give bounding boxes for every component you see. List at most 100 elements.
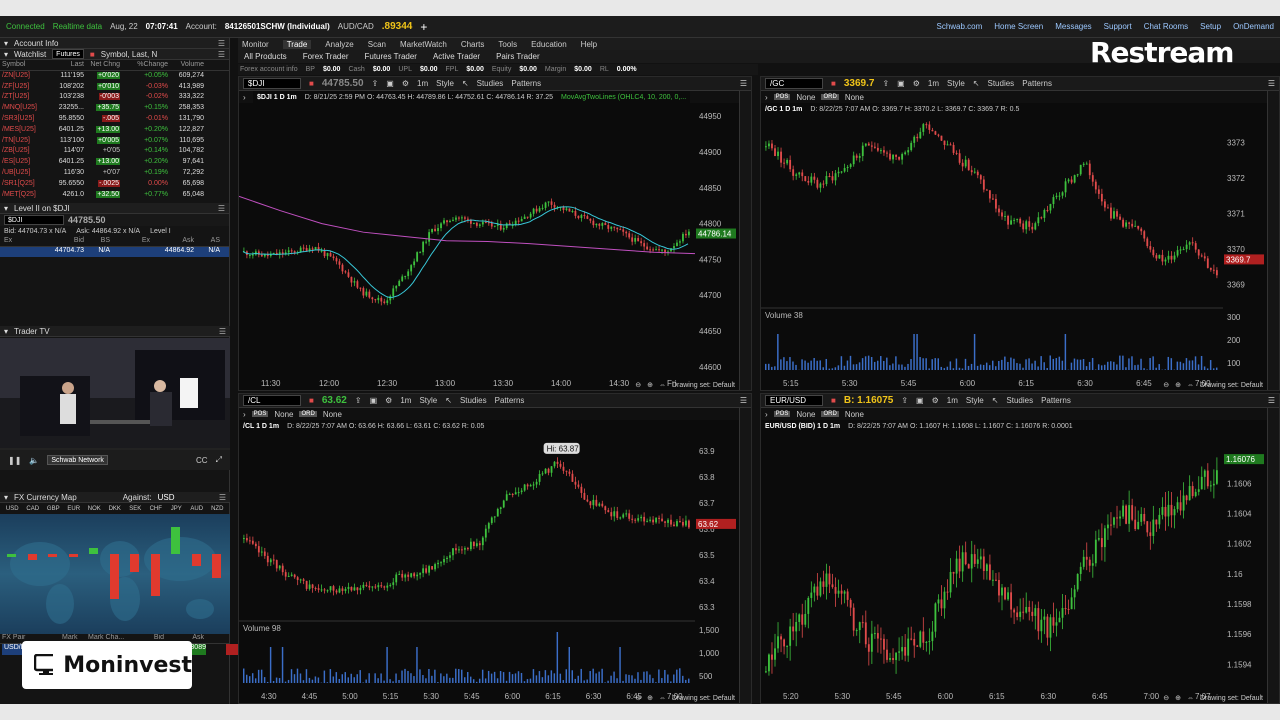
collapse-icon[interactable]: ▾ [4,204,8,213]
fx-currency-nok[interactable]: NOK [84,506,105,512]
ord-none[interactable]: None [845,410,864,419]
link-color-icon[interactable]: ■ [831,79,836,88]
fx-currency-aud[interactable]: AUD [187,506,208,512]
collapse-icon[interactable]: ▾ [4,493,8,502]
pos-none[interactable]: None [274,410,293,419]
col-last[interactable]: Last [54,60,84,70]
zoom-in-icon[interactable]: ⊕ [1175,381,1181,389]
link-support[interactable]: Support [1104,22,1132,31]
drawing-set-label[interactable]: Drawing set: Default [1200,695,1263,702]
expand-icon[interactable]: › [765,93,768,102]
chart-canvas[interactable]: 63.963.863.763.663.563.463.34:30 4:45 5:00… [239,434,739,703]
fx-against-select[interactable]: USD [158,493,175,502]
fx-currency-gbp[interactable]: GBP [43,506,64,512]
menu-analyze[interactable]: Analyze [325,40,353,49]
chart-canvas[interactable]: 3373 3372 3371 3370 3369 5:15 5:30 5:45 6:00 6:15… [761,117,1267,390]
watchlist-row[interactable]: /UB[U25] 116'30 +0'07 +0.19% 72,292 [0,168,229,179]
link-color-icon[interactable]: ■ [309,79,314,88]
menu-icon[interactable]: ☰ [1268,396,1275,405]
pan-icon[interactable]: ⇔ [659,695,666,702]
drawing-set-label[interactable]: Drawing set: Default [1200,382,1263,389]
symbol-input[interactable]: EUR/USD [765,395,823,406]
expand-icon[interactable]: › [243,410,246,419]
fx-currency-dkk[interactable]: DKK [105,506,126,512]
share-icon[interactable]: ⇪ [882,79,889,88]
watchlist-row[interactable]: /ZF[U25] 108'202 +0'010 -0.03% 413,989 [0,82,229,93]
drawing-toolbar[interactable] [1267,91,1279,390]
style-button[interactable]: Style [947,79,965,88]
collapse-icon[interactable]: ▾ [4,50,8,59]
menu-charts[interactable]: Charts [461,40,485,49]
gear-icon[interactable]: ⚙ [932,396,939,405]
menu-icon[interactable]: ☰ [218,204,225,213]
menu-help[interactable]: Help [581,40,597,49]
link-home-screen[interactable]: Home Screen [994,22,1043,31]
watchlist-row[interactable]: /ZB[U25] 114'07 +0'05 +0.14% 104,782 [0,146,229,157]
expand-icon[interactable]: › [243,93,246,102]
interval-select[interactable]: 1m [417,79,428,88]
trader-tv-video[interactable]: ❚❚ 🔈 Schwab Network CC ⤢ [0,338,230,470]
gear-icon[interactable]: ⚙ [402,79,409,88]
gear-icon[interactable]: ⚙ [385,396,392,405]
menu-icon[interactable]: ☰ [219,493,226,502]
style-button[interactable]: Style [436,79,454,88]
symbol-input[interactable]: $DJI [243,78,301,89]
subtab-pairs-trader[interactable]: Pairs Trader [496,52,540,61]
menu-icon[interactable]: ☰ [218,39,225,48]
collapse-icon[interactable]: ▾ [4,39,8,48]
studies-button[interactable]: Studies [460,396,487,405]
study-label[interactable]: MovAvgTwoLines (OHLC4, 10, 200, 0,... [561,94,686,101]
pan-icon[interactable]: ⇔ [659,382,666,389]
flag-icon[interactable]: ■ [90,50,95,59]
volume-icon[interactable]: 🔈 [29,456,39,465]
col-pct-change[interactable]: %Change [122,60,168,70]
drawing-set-label[interactable]: Drawing set: Default [672,695,735,702]
account-info-header[interactable]: ▾ Account Info ☰ [0,38,229,49]
fx-currency-jpy[interactable]: JPY [166,506,187,512]
cursor-icon[interactable]: ↖ [973,79,980,88]
add-tab-icon[interactable]: + [420,20,427,34]
ord-none[interactable]: None [845,93,864,102]
col-symbol[interactable]: Symbol [2,60,52,70]
subtab-all-products[interactable]: All Products [244,52,287,61]
fx-currency-eur[interactable]: EUR [64,506,85,512]
link-color-icon[interactable]: ■ [309,396,314,405]
zoom-out-icon[interactable]: ⊖ [1163,694,1169,702]
menu-trade[interactable]: Trade [282,39,312,49]
fx-currency-cad[interactable]: CAD [23,506,44,512]
patterns-button[interactable]: Patterns [495,396,525,405]
network-select[interactable]: Schwab Network [47,455,108,465]
zoom-out-icon[interactable]: ⊖ [635,381,641,389]
save-icon[interactable]: ▣ [370,396,378,405]
col-net-chng[interactable]: Net Chng [86,60,120,70]
zoom-in-icon[interactable]: ⊕ [1175,694,1181,702]
drawing-toolbar[interactable] [1267,408,1279,703]
zoom-out-icon[interactable]: ⊖ [1163,381,1169,389]
subtab-forex-trader[interactable]: Forex Trader [303,52,349,61]
style-button[interactable]: Style [966,396,984,405]
menu-icon[interactable]: ☰ [219,327,226,336]
subtab-active-trader[interactable]: Active Trader [433,52,480,61]
pan-icon[interactable]: ⇔ [1187,382,1194,389]
watchlist-row[interactable]: /ZN[U25] 111'195 +0'020 +0.05% 609,274 [0,71,229,82]
zoom-out-icon[interactable]: ⊖ [635,694,641,702]
pos-none[interactable]: None [796,410,815,419]
save-icon[interactable]: ▣ [386,79,394,88]
menu-icon[interactable]: ☰ [740,396,747,405]
level2-symbol-input[interactable]: $DJI [4,215,64,226]
cc-icon[interactable]: CC [196,456,208,465]
patterns-button[interactable]: Patterns [1022,79,1052,88]
watchlist-row[interactable]: /SR1[Q25] 95.6550 -.0025 0.00% 65,698 [0,179,229,190]
style-button[interactable]: Style [419,396,437,405]
ord-none[interactable]: None [323,410,342,419]
interval-select[interactable]: 1m [928,79,939,88]
link-ondemand[interactable]: OnDemand [1233,22,1274,31]
drawing-toolbar[interactable] [739,91,751,390]
fx-currency-sek[interactable]: SEK [125,506,146,512]
watchlist-sort-select[interactable]: Symbol, Last, N [101,50,157,59]
pause-icon[interactable]: ❚❚ [8,456,21,465]
fx-world-map[interactable] [0,514,230,634]
link-color-icon[interactable]: ■ [831,396,836,405]
fx-currency-usd[interactable]: USD [2,506,23,512]
menu-icon[interactable]: ☰ [1268,79,1275,88]
